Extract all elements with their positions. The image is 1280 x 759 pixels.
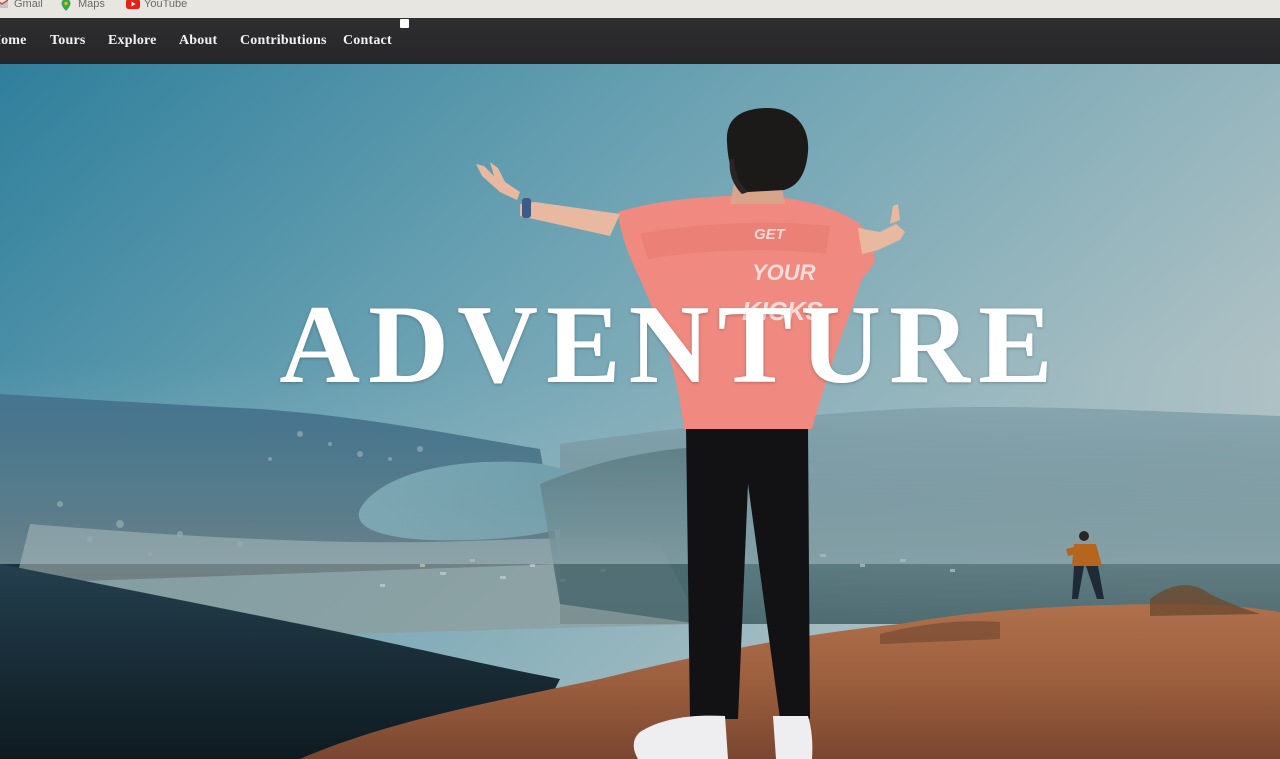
maps-pin-icon bbox=[60, 0, 72, 11]
nav-link-explore[interactable]: Explore bbox=[108, 33, 157, 49]
shirt-text-line: YOUR bbox=[752, 260, 816, 285]
hero-title: ADVENTURE bbox=[279, 283, 1061, 408]
hero-banner: GET YOUR KICKS ADVENTURE bbox=[0, 64, 1280, 759]
nav-link-home[interactable]: Home bbox=[0, 33, 27, 49]
gmail-icon bbox=[0, 0, 9, 9]
youtube-icon bbox=[126, 0, 140, 9]
nav-link-contact[interactable]: Contact bbox=[343, 33, 392, 49]
nav-link-contributions[interactable]: Contributions bbox=[240, 33, 327, 49]
mouse-cursor-marker bbox=[400, 19, 409, 28]
shirt-text-line: GET bbox=[754, 226, 787, 243]
nav-link-about[interactable]: About bbox=[179, 33, 217, 49]
main-navbar: Home Tours Explore About Contributions C… bbox=[0, 18, 1280, 64]
bookmark-label: Maps bbox=[78, 0, 105, 10]
bookmarks-bar: Gmail Maps YouTube bbox=[0, 0, 1280, 18]
nav-link-tours[interactable]: Tours bbox=[50, 33, 86, 49]
bookmark-gmail[interactable]: Gmail bbox=[0, 0, 43, 11]
bookmark-youtube[interactable]: YouTube bbox=[126, 0, 187, 11]
bookmark-label: YouTube bbox=[144, 0, 188, 10]
bookmark-label: Gmail bbox=[14, 0, 43, 10]
bookmark-maps[interactable]: Maps bbox=[60, 0, 105, 11]
hero-background-image: GET YOUR KICKS bbox=[0, 64, 1280, 759]
